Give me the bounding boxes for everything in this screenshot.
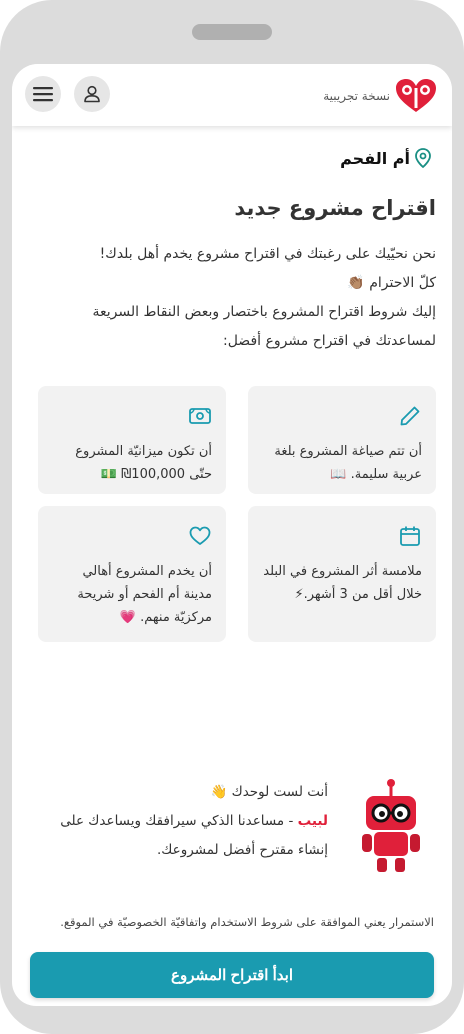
card-text: مركزيّة منهم. 💗: [119, 610, 212, 625]
menu-button[interactable]: [25, 76, 61, 112]
app-screen: نسخة تجريبية أم الفحم اقتراح مشروع جديد …: [12, 64, 452, 1006]
intro-line: إليك شروط اقتراح المشروع باختصار وبعض ال…: [92, 304, 437, 320]
location-selector[interactable]: أم الفحم: [340, 148, 432, 168]
top-bar: نسخة تجريبية: [12, 64, 452, 126]
intro-text: نحن نحيّيك على رغبتك في اقتراح مشروع يخد…: [26, 240, 437, 356]
guideline-card-budget: أن تكون ميزانيّة المشروع حتّى 100,000₪ 💵: [38, 386, 226, 494]
guideline-card-community: أن يخدم المشروع أهالي مدينة أم الفحم أو …: [38, 506, 226, 642]
guideline-card-impact: ملامسة أثر المشروع في البلد خلال أقل من …: [248, 506, 436, 642]
user-button[interactable]: [74, 76, 110, 112]
user-icon: [84, 85, 100, 103]
card-text: عربية سليمة. 📖: [330, 467, 422, 482]
logo[interactable]: نسخة تجريبية: [323, 78, 438, 114]
intro-line: لمساعدتك في اقتراح مشروع أفضل:: [222, 333, 436, 349]
card-text: حتّى 100,000₪ 💵: [100, 467, 212, 482]
card-text: مدينة أم الفحم أو شريحة: [77, 587, 212, 602]
card-text: ملامسة أثر المشروع في البلد: [263, 564, 422, 579]
money-icon: [189, 408, 211, 424]
helper-line: أنت لست لوحدك 👋: [210, 784, 328, 800]
heart-icon: [189, 526, 211, 545]
card-text: خلال أقل من 3 أشهر.⚡: [294, 587, 422, 602]
hamburger-menu-icon: [33, 87, 53, 102]
assistant-name: لبيب: [297, 813, 328, 829]
phone-speaker: [192, 24, 272, 40]
helper-line-text: - مساعدنا الذكي سيرافقك ويساعدك على: [60, 813, 298, 829]
location-name: أم الفحم: [340, 148, 410, 168]
helper-line: لبيب - مساعدنا الذكي سيرافقك ويساعدك على: [28, 807, 328, 836]
card-text: أن تتم صياغة المشروع بلغة: [274, 444, 422, 459]
pencil-icon: [400, 406, 420, 426]
phone-frame: نسخة تجريبية أم الفحم اقتراح مشروع جديد …: [0, 0, 464, 1034]
helper-line: إنشاء مقترح أفضل لمشروعك.: [157, 842, 328, 858]
logo-text: نسخة تجريبية: [323, 89, 390, 103]
page-title: اقتراح مشروع جديد: [234, 196, 436, 220]
terms-notice: الاستمرار يعني الموافقة على شروط الاستخد…: [60, 915, 434, 929]
heart-logo-icon: [396, 79, 436, 112]
card-text: أن تكون ميزانيّة المشروع: [75, 444, 212, 459]
card-text: أن يخدم المشروع أهالي: [82, 564, 212, 579]
calendar-icon: [400, 526, 420, 546]
robot-mascot-icon: [362, 779, 420, 872]
intro-line: كلّ الاحترام 👏🏽: [347, 275, 436, 291]
guideline-card-language: أن تتم صياغة المشروع بلغة عربية سليمة. 📖: [248, 386, 436, 494]
map-pin-icon: [415, 148, 431, 168]
intro-line: نحن نحيّيك على رغبتك في اقتراح مشروع يخد…: [99, 246, 436, 262]
start-proposal-button[interactable]: ابدأ اقتراح المشروع: [30, 952, 434, 998]
